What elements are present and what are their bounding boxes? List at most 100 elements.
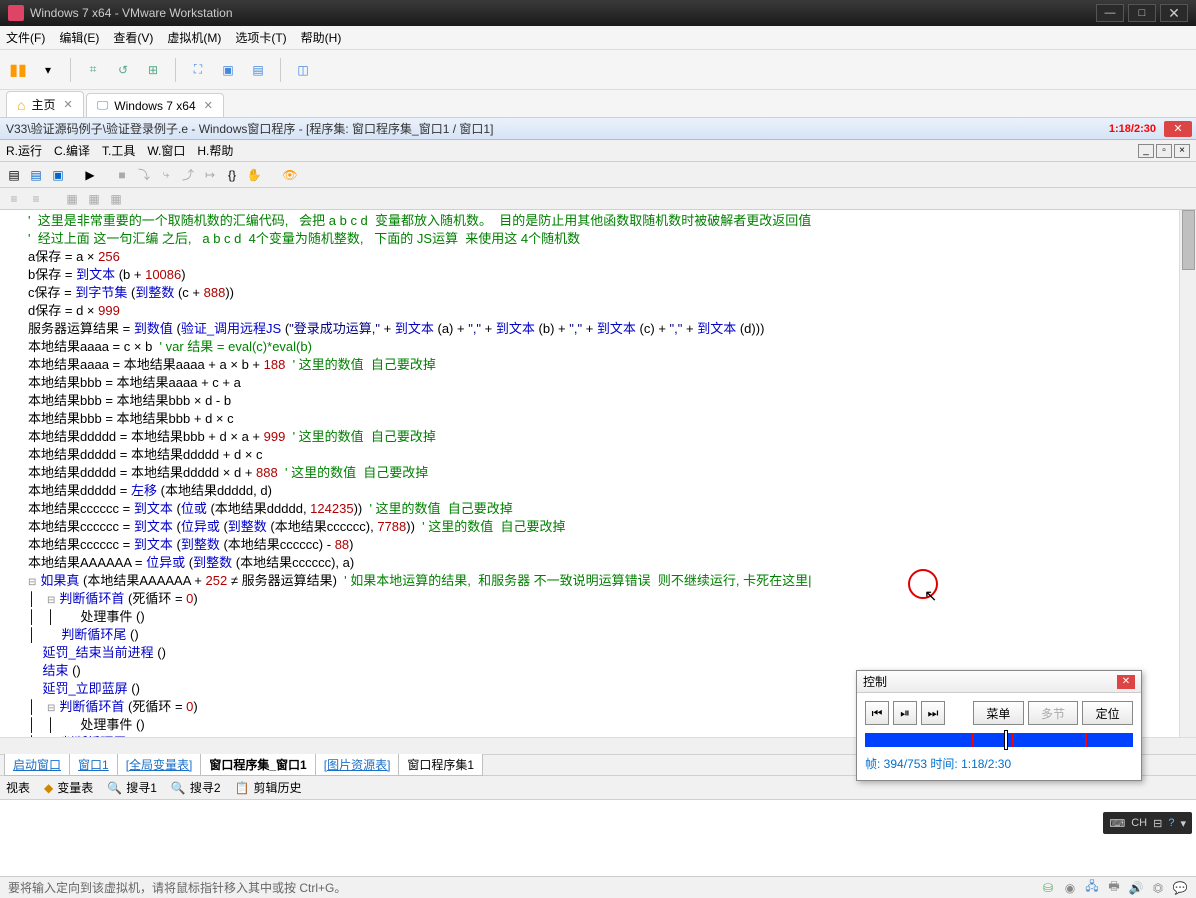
code-line[interactable]: ⊟如果真 (本地结果AAAAAA + 252 ≠ 服务器运算结果) ' 如果本地… [28,572,1196,590]
unity-button[interactable]: ▣ [216,58,240,82]
code-line[interactable]: b保存 = 到文本 (b + 10086) [28,266,1196,284]
code-line[interactable]: 服务器运算结果 = 到数值 (验证_调用远程JS ("登录成功运算," + 到文… [28,320,1196,338]
status-view[interactable]: 视表 [6,779,30,796]
menu-edit[interactable]: 编辑(E) [59,29,99,46]
next-frame-button[interactable]: ⏭ [921,701,945,725]
status-vars[interactable]: ◆变量表 [44,779,93,796]
control-panel[interactable]: 控制 ✕ ⏮ ⏯ ⏭ 菜单 多节 定位 帧: 394/753 时间: 1:18/… [856,670,1142,781]
menu-run[interactable]: R.运行 [6,142,42,159]
tab-global-vars[interactable]: [全局变量表] [117,754,202,776]
menu-vm[interactable]: 虚拟机(M) [167,29,221,46]
play-button[interactable]: ⏯ [893,701,917,725]
run-button[interactable]: ▶ [80,165,100,185]
code-line[interactable]: │ 判断循环尾 () [28,626,1196,644]
console-button[interactable]: ◫ [291,58,315,82]
scroll-thumb[interactable] [1182,210,1195,270]
snapshot-manager-button[interactable]: ⊞ [141,58,165,82]
new-button[interactable]: ▤ [4,165,24,185]
code-line[interactable]: 延罚_结束当前进程 () [28,644,1196,662]
close-button[interactable]: ✕ [1160,4,1188,22]
menu-compile[interactable]: C.编译 [54,142,90,159]
lang-tool-icon[interactable]: ⊟ [1153,817,1162,830]
step-into-button[interactable]: ⤷ [156,165,176,185]
snapshot-revert-button[interactable]: ↺ [111,58,135,82]
code-line[interactable]: ' 这里是非常重要的一个取随机数的汇编代码, 会把 a b c d 变量都放入随… [28,212,1196,230]
code-line[interactable]: │ │ 处理事件 () [28,608,1196,626]
code-line[interactable]: a保存 = a × 256 [28,248,1196,266]
menu-help[interactable]: H.帮助 [197,142,233,159]
thumbnail-button[interactable]: ▤ [246,58,270,82]
mdi-close[interactable]: × [1174,144,1190,158]
menu-file[interactable]: 文件(F) [6,29,45,46]
control-panel-titlebar[interactable]: 控制 ✕ [857,671,1141,693]
open-button[interactable]: ▤ [26,165,46,185]
code-line[interactable]: 本地结果ddddd = 左移 (本地结果ddddd, d) [28,482,1196,500]
menu-button[interactable]: 菜单 [973,701,1024,725]
lang-help-icon[interactable]: ? [1168,817,1174,829]
save-button[interactable]: ▣ [48,165,68,185]
tab-vm[interactable]: 🖵 Windows 7 x64 ✕ [86,93,224,117]
code-line[interactable]: d保存 = d × 999 [28,302,1196,320]
code-line[interactable]: 本地结果ddddd = 本地结果ddddd + d × c [28,446,1196,464]
power-dropdown[interactable]: ▾ [36,58,60,82]
mdi-minimize[interactable]: _ [1138,144,1154,158]
code-line[interactable]: 本地结果bbb = 本地结果aaaa + c + a [28,374,1196,392]
layout2-button[interactable]: ▦ [84,189,104,209]
printer-icon[interactable]: 🖶 [1106,880,1122,896]
tab-window-program-set[interactable]: 窗口程序集_窗口1 [200,754,315,776]
outdent-button[interactable]: ≡ [26,189,46,209]
tab-image-resources[interactable]: [图片资源表] [315,754,400,776]
continue-button[interactable]: ↦ [200,165,220,185]
sound-icon[interactable]: 🔊 [1128,880,1144,896]
code-line[interactable]: 本地结果cccccc = 到文本 (位或 (本地结果ddddd, 124235)… [28,500,1196,518]
close-icon[interactable]: ✕ [1117,675,1135,689]
language-label[interactable]: CH [1131,817,1147,829]
message-icon[interactable]: 💬 [1172,880,1188,896]
tab-window-program-set-1[interactable]: 窗口程序集1 [398,754,483,776]
code-line[interactable]: 本地结果ddddd = 本地结果bbb + d × a + 999 ' 这里的数… [28,428,1196,446]
stop-button[interactable]: ■ [112,165,132,185]
menu-tabs[interactable]: 选项卡(T) [235,29,286,46]
language-bar[interactable]: ⌨ CH ⊟ ? ▾ [1103,812,1192,834]
code-line[interactable]: 本地结果cccccc = 到文本 (位异或 (到整数 (本地结果cccccc),… [28,518,1196,536]
code-line[interactable]: 本地结果bbb = 本地结果bbb + d × c [28,410,1196,428]
menu-tools[interactable]: T.工具 [102,142,135,159]
code-line[interactable]: 本地结果aaaa = 本地结果aaaa + a × b + 188 ' 这里的数… [28,356,1196,374]
code-line[interactable]: c保存 = 到字节集 (到整数 (c + 888)) [28,284,1196,302]
fullscreen-button[interactable]: ⛶ [186,58,210,82]
minimize-button[interactable]: — [1096,4,1124,22]
code-line[interactable]: ' 经过上面 这一句汇编 之后, a b c d 4个变量为随机整数, 下面的 … [28,230,1196,248]
multi-section-button[interactable]: 多节 [1028,701,1079,725]
lang-options-icon[interactable]: ▾ [1180,817,1186,830]
code-line[interactable]: 本地结果bbb = 本地结果bbb × d - b [28,392,1196,410]
snapshot-button[interactable]: ⌗ [81,58,105,82]
indent-button[interactable]: ≡ [4,189,24,209]
code-line[interactable]: │ ⊟判断循环首 (死循环 = 0) [28,590,1196,608]
cd-icon[interactable]: ◉ [1062,880,1078,896]
power-button[interactable]: ▮▮ [6,58,30,82]
maximize-button[interactable]: □ [1128,4,1156,22]
tab-startup-window[interactable]: 启动窗口 [4,754,70,776]
code-line[interactable]: 本地结果AAAAAA = 位异或 (到整数 (本地结果cccccc), a) [28,554,1196,572]
step-out-button[interactable]: ⤴ [178,165,198,185]
code-line[interactable]: 本地结果aaaa = c × b ' var 结果 = eval(c)*eval… [28,338,1196,356]
timeline-slider[interactable] [865,733,1133,747]
menu-help[interactable]: 帮助(H) [301,29,342,46]
hdd-icon[interactable]: ⛁ [1040,880,1056,896]
vertical-scrollbar[interactable] [1179,210,1196,754]
find-button[interactable]: 👁 [280,165,300,185]
ide-close-button[interactable]: ✕ [1164,121,1192,137]
locate-button[interactable]: 定位 [1082,701,1133,725]
tab-home[interactable]: ⌂ 主页 ✕ [6,91,84,117]
menu-view[interactable]: 查看(V) [113,29,153,46]
prev-frame-button[interactable]: ⏮ [865,701,889,725]
braces-button[interactable]: {} [222,165,242,185]
menu-window[interactable]: W.窗口 [147,142,185,159]
network-icon[interactable]: 🖧 [1084,880,1100,896]
step-over-button[interactable]: ⤵ [134,165,154,185]
close-icon[interactable]: ✕ [63,98,72,111]
mdi-restore[interactable]: ▫ [1156,144,1172,158]
layout3-button[interactable]: ▦ [106,189,126,209]
usb-icon[interactable]: ⏣ [1150,880,1166,896]
status-search1[interactable]: 🔍搜寻1 [107,779,157,796]
